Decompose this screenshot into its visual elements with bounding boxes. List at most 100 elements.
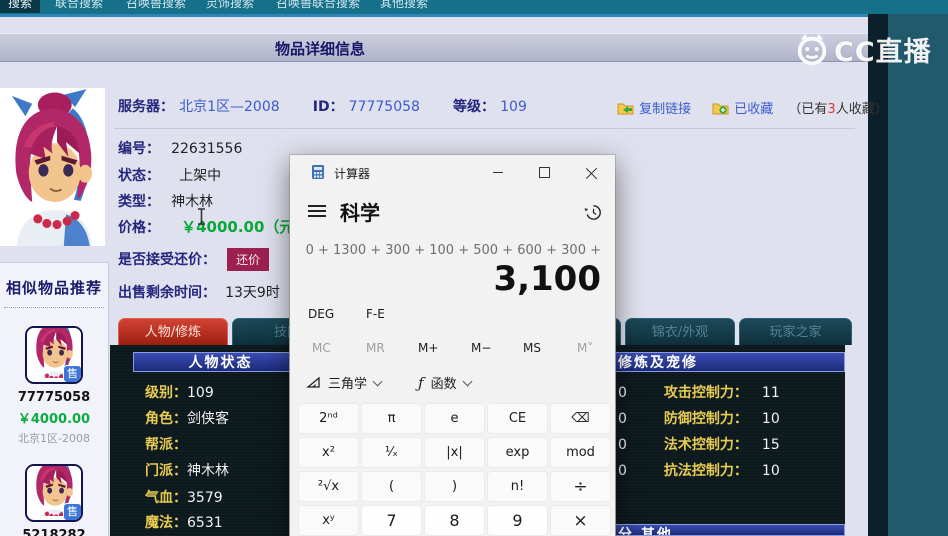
tab-label: 锦衣/外观 <box>651 325 709 340</box>
cultivation-row: 0 法术控制力： 15 <box>618 434 780 454</box>
key-abs[interactable]: |x| <box>424 437 485 468</box>
function-dropdown[interactable]: ƒ 函数 <box>418 373 473 392</box>
status-row-mp: 魔法：6531 <box>145 512 223 532</box>
key-sqrt[interactable]: ²√x <box>298 471 359 502</box>
nav-tab-other-search[interactable]: 其他搜索 <box>372 0 436 13</box>
recommend-item-id[interactable]: 5218282 <box>0 528 108 536</box>
calculator-app-icon <box>312 165 324 179</box>
nav-tab-accessory-search[interactable]: 灵饰搜索 <box>198 0 262 13</box>
item-thumbnail[interactable]: 售 <box>25 464 83 522</box>
memory-recall-button[interactable]: MR <box>366 341 385 355</box>
maximize-button[interactable] <box>522 155 566 189</box>
key-clear-entry[interactable]: CE <box>487 403 548 434</box>
nav-tab-search[interactable]: 搜索 <box>0 0 41 13</box>
stat-value: 6531 <box>187 515 223 531</box>
nav-tab-pet-search[interactable]: 召唤兽搜索 <box>118 0 194 13</box>
recommend-item[interactable]: 售 77775058 ￥4000.00 北京1区-2008 <box>0 326 108 446</box>
copy-link-button[interactable]: 复制链接 <box>639 102 691 117</box>
cultivation-label: 抗法控制力： <box>663 463 748 479</box>
favorite-count: （已有3人收藏） <box>788 102 887 117</box>
status-row-school: 门派：神木林 <box>145 460 229 480</box>
cultivation-label: 防御控制力： <box>663 411 748 427</box>
key-9[interactable]: 9 <box>487 505 548 536</box>
memory-add-button[interactable]: M+ <box>418 341 438 355</box>
cultivation-label: 攻击控制力： <box>663 385 748 401</box>
key-e[interactable]: e <box>424 403 485 434</box>
close-button[interactable] <box>570 155 614 189</box>
calculator-titlebar[interactable]: 计算器 <box>290 155 615 189</box>
tab-player-home[interactable]: 玩家之家 <box>739 318 852 345</box>
memory-clear-button[interactable]: MC <box>312 341 331 355</box>
minimize-button[interactable] <box>476 155 520 189</box>
bargain-button[interactable]: 还价 <box>227 248 270 271</box>
status-row: 状态： 上架中 <box>118 165 221 185</box>
key-mod[interactable]: mod <box>550 437 611 468</box>
key-backspace[interactable]: ⌫ <box>550 403 611 434</box>
nav-tab-label: 搜索 <box>8 0 33 10</box>
key-8[interactable]: 8 <box>424 505 485 536</box>
deg-button[interactable]: DEG <box>308 307 334 321</box>
history-icon[interactable] <box>584 203 603 222</box>
stat-label: 门派： <box>145 463 187 479</box>
cultivation-value: 11 <box>761 385 780 401</box>
memory-flyout-button[interactable]: M˅ <box>577 341 593 355</box>
recommend-sidebar: 相似物品推荐 售 77775058 ￥4000.00 北京1区-2008 售 5… <box>0 262 109 536</box>
recommend-item-server: 北京1区-2008 <box>18 432 90 445</box>
nav-accent-line <box>0 14 868 17</box>
nav-tab-label: 其他搜索 <box>380 0 429 10</box>
dotted-divider <box>4 307 104 308</box>
recommend-item-id[interactable]: 77775058 <box>0 390 108 405</box>
right-background <box>888 0 948 536</box>
item-summary-row: 服务器： 北京1区—2008 ID： 77775058 等级： 109 <box>118 96 527 116</box>
nav-tab-pet-combined-search[interactable]: 召唤兽联合搜索 <box>268 0 368 13</box>
price-label: 价格： <box>118 220 160 236</box>
key-power[interactable]: xʸ <box>298 505 359 536</box>
cultivation-left-value: 0 <box>618 463 627 479</box>
cultivation-row: 0 防御控制力： 10 <box>618 408 780 428</box>
key-divide[interactable]: ÷ <box>550 471 611 502</box>
id-label: ID： <box>312 99 344 115</box>
tab-fashion-appearance[interactable]: 锦衣/外观 <box>625 318 735 345</box>
memory-subtract-button[interactable]: M− <box>471 341 491 355</box>
cultivation-value: 15 <box>761 437 780 453</box>
status-row-hp: 气血：3579 <box>145 487 223 507</box>
key-reciprocal[interactable]: ¹⁄ₓ <box>361 437 422 468</box>
status-label: 状态： <box>118 168 160 184</box>
top-navbar: 搜索 联合搜索 召唤兽搜索 灵饰搜索 召唤兽联合搜索 其他搜索 <box>0 0 948 14</box>
fe-button[interactable]: F-E <box>366 307 385 321</box>
chevron-down-icon <box>372 376 383 386</box>
favorite-count-number: 3 <box>827 102 836 117</box>
recommend-item[interactable]: 售 5218282 <box>0 464 108 536</box>
memory-store-button[interactable]: MS <box>523 341 541 355</box>
screen: 搜索 联合搜索 召唤兽搜索 灵饰搜索 召唤兽联合搜索 其他搜索 物品详细信息 C… <box>0 0 948 536</box>
cultivation-panel-header: 修炼及宠修 <box>613 352 845 372</box>
key-exp[interactable]: exp <box>487 437 548 468</box>
key-7[interactable]: 7 <box>361 505 422 536</box>
key-open-paren[interactable]: ( <box>361 471 422 502</box>
status-value: 上架中 <box>179 168 222 184</box>
stat-value: 109 <box>187 385 214 401</box>
trigonometry-dropdown[interactable]: 三角学 <box>306 373 383 392</box>
menu-button[interactable] <box>308 205 326 220</box>
item-thumbnail[interactable]: 售 <box>25 326 83 384</box>
key-close-paren[interactable]: ) <box>424 471 485 502</box>
key-factorial[interactable]: n! <box>487 471 548 502</box>
nav-tab-label: 召唤兽联合搜索 <box>276 0 361 10</box>
nav-tab-label: 联合搜索 <box>55 0 104 10</box>
status-panel-header: 人物状态 <box>133 352 308 372</box>
key-pi[interactable]: π <box>361 403 422 434</box>
nav-tab-combined-search[interactable]: 联合搜索 <box>47 0 111 13</box>
key-square[interactable]: x² <box>298 437 359 468</box>
favorited-button[interactable]: 已收藏 <box>734 102 773 117</box>
cultivation-label: 法术控制力： <box>663 437 748 453</box>
calculator-mode: 科学 <box>340 201 380 225</box>
maximize-icon <box>538 166 550 178</box>
key-multiply[interactable]: × <box>550 505 611 536</box>
time-left-label: 出售剩余时间： <box>118 285 216 301</box>
cultivation-value: 10 <box>761 463 780 479</box>
page-title: 物品详细信息 <box>274 40 365 58</box>
calculator-expression: 0 + 1300 + 300 + 100 + 500 + 600 + 300 + <box>305 243 601 258</box>
tab-character-cultivation[interactable]: 人物/修炼 <box>118 318 228 345</box>
nav-tab-label: 灵饰搜索 <box>206 0 255 10</box>
key-2nd[interactable]: 2ⁿᵈ <box>298 403 359 434</box>
